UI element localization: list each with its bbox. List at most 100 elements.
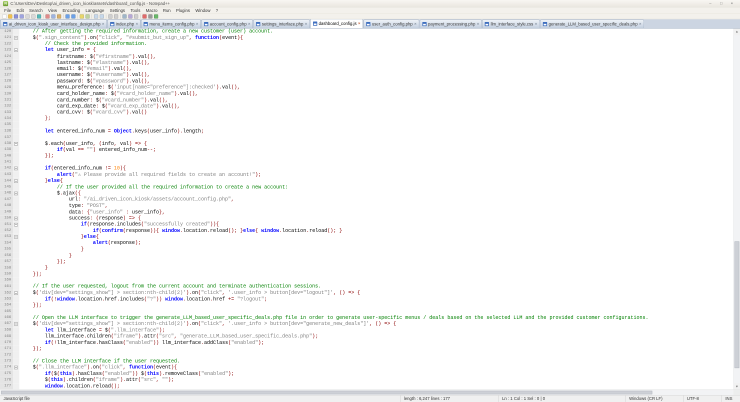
close-all-icon[interactable] [31, 14, 36, 19]
status-encoding[interactable]: UTF-8 [683, 395, 722, 402]
fold-collapse-icon[interactable] [14, 191, 18, 196]
tab-menu_items_config.php[interactable]: menu_items_config.php × [141, 19, 201, 29]
find-icon[interactable] [79, 14, 84, 19]
close-icon[interactable] [25, 14, 30, 19]
status-eol-format[interactable]: Windows (CR LF) [625, 395, 683, 402]
close-tab-icon[interactable]: × [136, 22, 138, 26]
saved-file-icon [422, 21, 427, 27]
vertical-scrollbar-thumb[interactable] [734, 241, 740, 368]
fold-collapse-icon[interactable] [14, 222, 18, 227]
editor-area[interactable]: 120 // After getting the required inform… [0, 28, 740, 390]
close-tab-icon[interactable]: × [477, 22, 479, 26]
menu-plugins[interactable]: Plugins [173, 8, 192, 13]
fold-collapse-icon[interactable] [14, 36, 18, 40]
menu-run[interactable]: Run [160, 8, 173, 13]
word-wrap-icon[interactable] [122, 14, 127, 19]
tab-generate_LLM_based_user_specific_deals.php[interactable]: generate_LLM_based_user_specific_deals.p… [540, 19, 645, 29]
zoom-in-icon[interactable] [93, 14, 99, 19]
code-line: 177 window.location.reload(); [0, 383, 733, 390]
text-editor[interactable]: 120 // After getting the required inform… [0, 28, 733, 390]
maximize-button[interactable]: □ [716, 0, 726, 7]
close-tab-icon[interactable]: × [414, 22, 416, 26]
fold-collapse-icon[interactable] [14, 48, 18, 53]
menu-file[interactable]: File [2, 8, 14, 13]
show-all-characters-icon[interactable] [128, 14, 133, 19]
tab-label: menu_items_config.php [149, 21, 195, 27]
close-tab-icon[interactable]: × [358, 22, 360, 26]
tab-label: llm_interface_style.css [490, 21, 534, 27]
saved-file-icon [312, 21, 318, 26]
code-line-text: if(!window.location.href.includes("?")) … [44, 295, 268, 302]
copy-icon[interactable] [51, 14, 56, 19]
vertical-scrollbar[interactable]: ▲ ▼ [733, 28, 740, 390]
horizontal-scrollbar-thumb[interactable] [1, 390, 653, 395]
saved-file-icon [484, 21, 490, 27]
tab-user_auth_config.php[interactable]: user_auth_config.php × [363, 19, 420, 29]
replace-icon[interactable] [85, 14, 90, 19]
menu-view[interactable]: View [45, 8, 59, 13]
saved-file-icon [542, 21, 548, 27]
menu-language[interactable]: Language [83, 8, 107, 13]
tab-settings_interface.php[interactable]: settings_interface.php × [253, 19, 310, 29]
menu-help[interactable]: ? [213, 8, 221, 13]
fold-collapse-icon[interactable] [14, 291, 18, 295]
open-folder-icon[interactable] [8, 14, 13, 19]
status-insert-mode[interactable]: INS [721, 395, 740, 402]
title-bar: N C:\Users\Dev\Desktop\ai_driven_icon_ki… [0, 0, 740, 8]
fold-collapse-icon[interactable] [14, 142, 18, 146]
redo-icon[interactable] [71, 14, 76, 19]
minimize-button[interactable]: – [705, 0, 715, 7]
menu-macro[interactable]: Macro [143, 8, 160, 13]
menu-search[interactable]: Search [26, 8, 45, 13]
tab-index.php[interactable]: index.php × [107, 19, 141, 29]
status-cursor-position: Ln : 1 Col : 1 Sel : 0 | 0 [498, 395, 625, 402]
code-line-text: }); [32, 271, 42, 277]
tab-dashboard_config.js[interactable]: dashboard_config.js × [310, 19, 364, 29]
fold-collapse-icon[interactable] [14, 235, 18, 239]
menu-tools[interactable]: Tools [128, 8, 143, 13]
close-button[interactable]: × [727, 0, 737, 7]
tab-llm_interface_style.css[interactable]: llm_interface_style.css × [482, 19, 540, 29]
stop-macro-icon[interactable] [148, 14, 153, 19]
save-all-icon[interactable] [19, 14, 24, 19]
close-tab-icon[interactable]: × [639, 22, 641, 26]
new-file-icon[interactable] [2, 14, 7, 19]
fold-collapse-icon[interactable] [14, 166, 18, 171]
close-tab-icon[interactable]: × [305, 22, 307, 26]
close-tab-icon[interactable]: × [102, 22, 104, 26]
fold-collapse-icon[interactable] [14, 216, 18, 221]
play-macro-icon[interactable] [154, 14, 159, 19]
notepad-plus-plus-icon: N [3, 1, 9, 7]
saved-file-icon [204, 21, 209, 27]
status-doc-type: JavaScript file [3, 396, 30, 401]
print-icon[interactable] [36, 14, 42, 19]
code-line-text: let entered_info_num = Object.keys(user_… [44, 128, 205, 134]
code-line-text: }); [44, 152, 54, 159]
fold-collapse-icon[interactable] [14, 322, 18, 326]
line-number[interactable]: 177 [0, 383, 14, 390]
tab-payment_processing.php[interactable]: payment_processing.php × [419, 19, 482, 29]
close-tab-icon[interactable]: × [196, 22, 198, 26]
zoom-out-icon[interactable] [99, 14, 104, 19]
save-icon[interactable] [13, 14, 19, 19]
code-line-text: }); [32, 345, 42, 352]
sync-vertical-scrolling-icon[interactable] [108, 14, 113, 19]
show-indent-guide-icon[interactable] [133, 14, 139, 19]
menu-encoding[interactable]: Encoding [60, 8, 83, 13]
tab-account_config.php[interactable]: account_config.php × [201, 19, 254, 29]
menu-window[interactable]: Window [193, 8, 213, 13]
close-tab-icon[interactable]: × [535, 22, 537, 26]
record-macro-icon[interactable] [142, 14, 147, 19]
menu-settings[interactable]: Settings [107, 8, 128, 13]
fold-collapse-icon[interactable] [14, 365, 18, 370]
menu-edit[interactable]: Edit [14, 8, 27, 13]
horizontal-scrollbar[interactable] [0, 389, 740, 396]
tab-ai_driven_icon_kiosk_user_interface_design.php[interactable]: ai_driven_icon_kiosk_user_interface_desi… [0, 19, 107, 29]
sync-horizontal-scrolling-icon[interactable] [113, 14, 119, 19]
close-tab-icon[interactable]: × [248, 22, 250, 26]
fold-collapse-icon[interactable] [14, 179, 18, 183]
undo-icon[interactable] [65, 14, 70, 19]
paste-icon[interactable] [56, 14, 62, 19]
scroll-up-icon[interactable]: ▲ [733, 28, 740, 36]
cut-icon[interactable] [45, 14, 50, 19]
